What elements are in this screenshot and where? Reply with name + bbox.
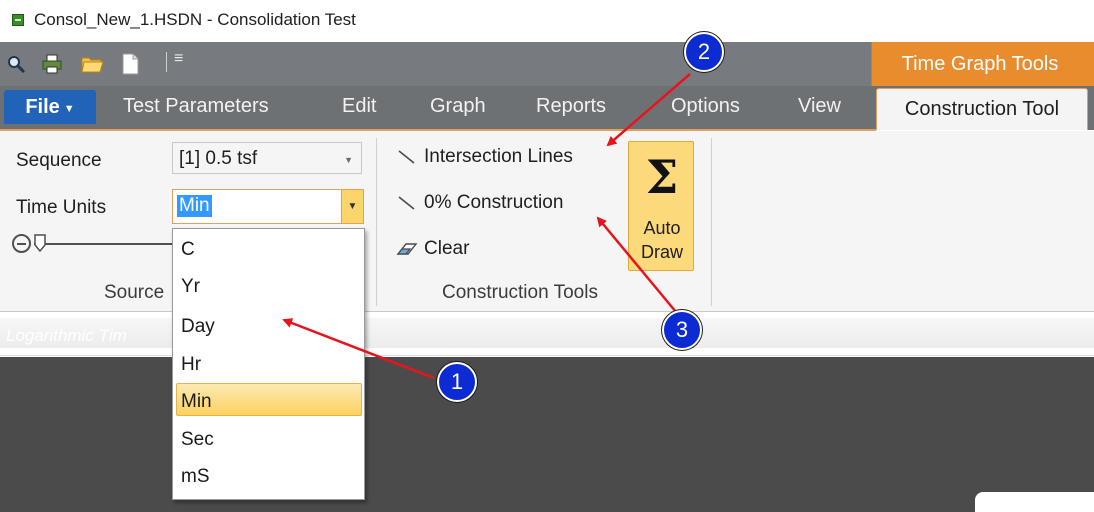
source-group-label: Source xyxy=(104,282,165,303)
sequence-label: Sequence xyxy=(16,150,102,171)
callout-badge-2: 2 xyxy=(684,32,724,72)
canvas-corner-panel xyxy=(975,492,1094,512)
group-separator xyxy=(376,138,377,306)
app-icon xyxy=(12,14,24,26)
line-tool-icon xyxy=(398,150,415,164)
contextual-tab-title: Time Graph Tools xyxy=(901,53,1059,75)
line-tool-icon xyxy=(398,196,415,210)
clear-label: Clear xyxy=(424,238,470,259)
zero-construction-button[interactable]: 0% Construction xyxy=(396,192,563,214)
auto-draw-label-line2: Draw xyxy=(640,242,683,262)
graph-canvas[interactable] xyxy=(0,357,1094,512)
sequence-combobox[interactable]: [1] 0.5 tsf ▼ xyxy=(172,142,362,174)
time-units-combobox[interactable]: Min ▼ xyxy=(172,189,364,224)
file-tab-label: File xyxy=(25,95,60,118)
print-icon[interactable] xyxy=(40,52,64,76)
option-min[interactable]: Min xyxy=(181,391,212,413)
tab-graph[interactable]: Graph xyxy=(430,95,486,118)
window-title: Consol_New_1.HSDN - Consolidation Test xyxy=(34,10,356,29)
callout-badge-1: 1 xyxy=(437,362,477,402)
tab-edit[interactable]: Edit xyxy=(342,95,376,118)
customize-dropdown-icon[interactable]: ≡ xyxy=(174,50,183,68)
tab-reports[interactable]: Reports xyxy=(536,95,606,118)
eraser-icon xyxy=(396,243,418,255)
option-day[interactable]: Day xyxy=(181,316,215,338)
intersection-lines-label: Intersection Lines xyxy=(424,146,573,167)
graph-title: Logarithmic Tim xyxy=(6,326,127,345)
file-tab[interactable]: File ▼ xyxy=(4,90,96,124)
chevron-down-icon: ▼ xyxy=(63,102,75,115)
option-ms[interactable]: mS xyxy=(181,466,210,488)
intersection-lines-button[interactable]: Intersection Lines xyxy=(396,146,573,168)
tab-construction-tool[interactable]: Construction Tool xyxy=(876,88,1088,130)
clear-button[interactable]: Clear xyxy=(396,238,469,260)
zoom-slider[interactable] xyxy=(34,243,174,245)
tab-view[interactable]: View xyxy=(798,95,841,118)
slider-thumb[interactable] xyxy=(34,234,46,252)
callout-badge-3: 3 xyxy=(662,310,702,350)
zoom-out-icon[interactable] xyxy=(12,234,31,253)
chevron-down-icon: ▼ xyxy=(344,155,353,165)
title-bar: Consol_New_1.HSDN - Consolidation Test xyxy=(0,0,1094,42)
option-sec[interactable]: Sec xyxy=(181,429,214,451)
tab-construction-tool-label: Construction Tool xyxy=(904,98,1060,120)
option-hr[interactable]: Hr xyxy=(181,354,201,376)
time-units-label: Time Units xyxy=(16,197,107,218)
sequence-value: [1] 0.5 tsf xyxy=(179,148,258,169)
group-separator xyxy=(711,138,712,306)
folder-open-icon[interactable] xyxy=(80,52,104,76)
option-c[interactable]: C xyxy=(181,239,195,261)
zero-construction-label: 0% Construction xyxy=(424,192,564,213)
toolbar-divider xyxy=(166,52,167,72)
time-units-value: Min xyxy=(177,195,212,217)
time-units-dropdown-list: C Yr Day Hr Min Sec mS xyxy=(172,228,365,500)
construction-tools-group-label: Construction Tools xyxy=(442,282,598,303)
zoom-icon[interactable] xyxy=(4,52,28,76)
new-document-icon[interactable] xyxy=(118,52,142,76)
sigma-icon: Σ xyxy=(645,150,679,204)
graph-header-bar xyxy=(0,318,1094,348)
auto-draw-label-line1: Auto xyxy=(643,218,681,238)
option-yr[interactable]: Yr xyxy=(181,276,200,298)
chevron-down-icon[interactable]: ▼ xyxy=(341,190,363,223)
quick-access-toolbar: ≡ xyxy=(0,42,871,86)
tab-options[interactable]: Options xyxy=(671,95,740,118)
tab-test-parameters[interactable]: Test Parameters xyxy=(123,95,269,118)
auto-draw-button[interactable]: Σ Auto Draw xyxy=(628,141,694,271)
